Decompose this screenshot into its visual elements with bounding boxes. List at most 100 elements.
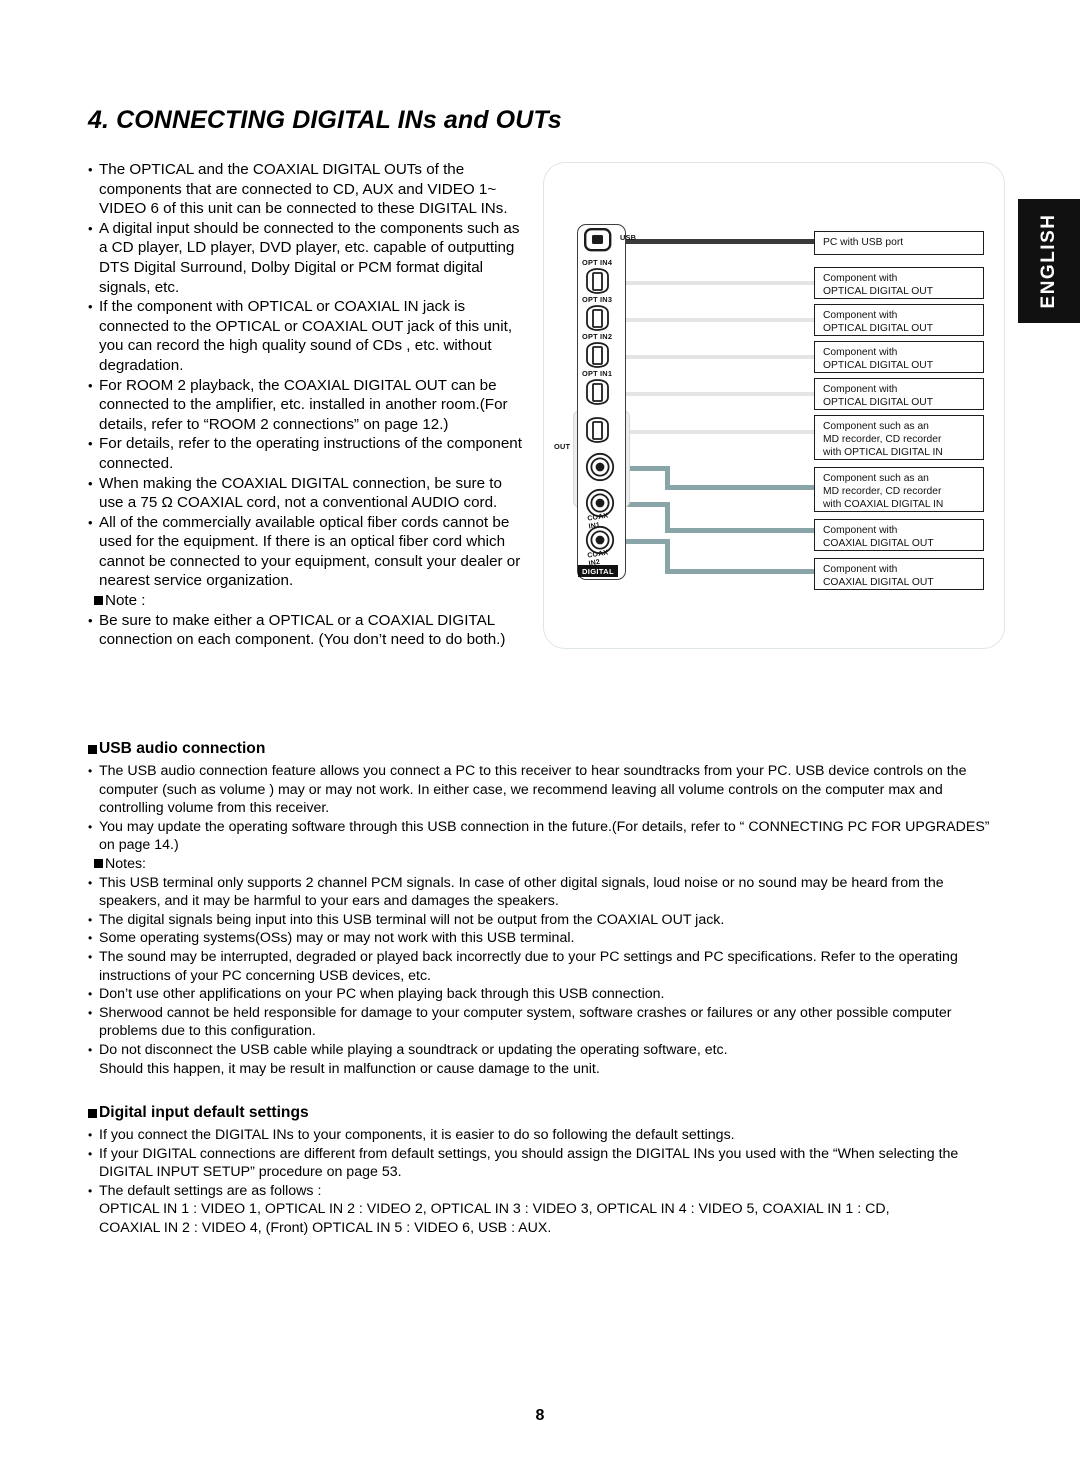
cable-coaxial-out-run (665, 485, 815, 490)
cable-optical-in1 (608, 392, 815, 396)
optical-in2-label: OPT IN2 (582, 332, 613, 341)
optical-in1-jack-icon (586, 379, 609, 405)
usb-section-heading: USB audio connection (88, 740, 1008, 758)
bullet-marker: • (88, 220, 93, 236)
list-item: • This USB terminal only supports 2 chan… (88, 874, 1008, 911)
list-item: • You may update the operating software … (88, 818, 1008, 855)
square-bullet-icon (88, 1108, 97, 1118)
optical-in4-label: OPT IN4 (582, 258, 613, 267)
bullet-marker: • (88, 875, 93, 890)
bullet-marker: • (88, 612, 93, 628)
component-box: Component with OPTICAL DIGITAL OUT (814, 378, 984, 410)
list-item: • All of the commercially available opti… (88, 513, 528, 591)
component-box-line: Component with (823, 273, 898, 284)
bullet-text: Don’t use other applifications on your P… (99, 986, 665, 1003)
list-item: • A digital input should be connected to… (88, 219, 528, 297)
bullet-marker: • (88, 1146, 93, 1161)
bullet-text: The USB audio connection feature allows … (99, 763, 967, 817)
component-box: Component such as an MD recorder, CD rec… (814, 415, 984, 460)
cable-coaxial-in1-run (665, 528, 815, 533)
note-heading: Note : (88, 591, 528, 611)
list-item: • Be sure to make either a OPTICAL or a … (88, 611, 528, 650)
bullet-text: All of the commercially available optica… (99, 513, 521, 590)
optical-in3-label: OPT IN3 (582, 295, 613, 304)
bullet-marker: • (88, 514, 93, 530)
defaults-section-heading-label: Digital input default settings (99, 1104, 309, 1122)
optical-in2-jack-icon (586, 342, 609, 368)
list-item: • Don’t use other applifications on your… (88, 985, 1008, 1004)
notes-heading: Notes: (88, 855, 1008, 874)
lower-body-content: USB audio connection • The USB audio con… (88, 740, 1008, 1238)
bullet-marker: • (88, 475, 93, 491)
language-tab-english: ENGLISH (1018, 199, 1080, 323)
list-item: • The USB audio connection feature allow… (88, 762, 1008, 818)
list-item: • If the component with OPTICAL or COAXI… (88, 297, 528, 375)
list-item: • The default settings are as follows : (88, 1182, 1008, 1201)
component-box-line: OPTICAL DIGITAL OUT (823, 323, 934, 335)
bullet-marker: • (88, 931, 93, 946)
coaxial-in1-label: COAX IN1 (587, 512, 610, 530)
list-item: • For ROOM 2 playback, the COAXIAL DIGIT… (88, 376, 528, 435)
bullet-marker: • (88, 912, 93, 927)
digital-section-badge: DIGITAL (578, 565, 618, 577)
coaxial-in1-label-line2: IN1 (588, 521, 601, 531)
component-box: PC with USB port (814, 231, 984, 255)
component-box-line: with COAXIAL DIGITAL IN (823, 499, 944, 511)
note-heading-label: Note : (105, 592, 146, 610)
square-bullet-icon (88, 744, 97, 754)
cable-optical-in2 (608, 355, 815, 359)
defaults-section-heading: Digital input default settings (88, 1104, 1008, 1122)
bullet-text: If you connect the DIGITAL INs to your c… (99, 1127, 735, 1144)
cable-optical-out (608, 430, 815, 434)
component-box: Component with COAXIAL DIGITAL OUT (814, 558, 984, 590)
bullet-text: The digital signals being input into thi… (99, 911, 725, 928)
component-box-line: Component with (823, 564, 898, 575)
list-item: • For details, refer to the operating in… (88, 434, 528, 473)
list-item: • The OPTICAL and the COAXIAL DIGITAL OU… (88, 160, 528, 219)
component-box-line: COAXIAL DIGITAL OUT (823, 577, 934, 589)
optical-in3-jack-icon (586, 305, 609, 331)
component-box-line: Component such as an (823, 473, 929, 484)
digital-out-label: OUT (554, 442, 571, 451)
bullet-text: Do not disconnect the USB cable while pl… (99, 1041, 728, 1058)
optical-in1-label: OPT IN1 (582, 369, 613, 378)
left-column-notes: • The OPTICAL and the COAXIAL DIGITAL OU… (88, 160, 528, 650)
defaults-line-1: OPTICAL IN 1 : VIDEO 1, OPTICAL IN 2 : V… (99, 1201, 890, 1218)
list-item: • The digital signals being input into t… (88, 911, 1008, 930)
component-box: Component with OPTICAL DIGITAL OUT (814, 267, 984, 299)
component-box-line: Component with (823, 310, 898, 321)
component-box-line: OPTICAL DIGITAL OUT (823, 286, 934, 298)
bullet-marker: • (88, 377, 93, 393)
square-bullet-icon (94, 596, 103, 606)
bullet-marker: • (88, 162, 93, 177)
bullet-marker: • (88, 1042, 93, 1057)
component-box-line: Component with (823, 347, 898, 358)
bullet-marker: • (88, 436, 93, 452)
bullet-text: For ROOM 2 playback, the COAXIAL DIGITAL… (99, 376, 508, 433)
component-box: Component with COAXIAL DIGITAL OUT (814, 519, 984, 551)
bullet-text: The OPTICAL and the COAXIAL DIGITAL OUTs… (99, 161, 508, 218)
component-box-line: with OPTICAL DIGITAL IN (823, 447, 943, 459)
language-tab-label: ENGLISH (1038, 213, 1059, 309)
bullet-marker: • (88, 1128, 93, 1143)
bullet-text: Sherwood cannot be held responsible for … (99, 1004, 952, 1040)
list-item: • If your DIGITAL connections are differ… (88, 1145, 1008, 1182)
cable-coaxial-in2-elbow (665, 539, 670, 573)
component-box: Component such as an MD recorder, CD rec… (814, 467, 984, 512)
optical-out-jack-icon (586, 417, 609, 443)
usb-jack-icon (584, 228, 612, 252)
bullet-marker: • (88, 1183, 93, 1198)
bullet-text: The default settings are as follows : (99, 1182, 322, 1199)
component-box-line: Component such as an (823, 421, 929, 432)
list-item: • Do not disconnect the USB cable while … (88, 1041, 1008, 1060)
usb-section-heading-label: USB audio connection (99, 740, 266, 757)
list-item: • If you connect the DIGITAL INs to your… (88, 1126, 1008, 1145)
list-item: • The sound may be interrupted, degraded… (88, 948, 1008, 985)
bullet-text: For details, refer to the operating inst… (99, 435, 522, 472)
component-box-line: PC with USB port (823, 237, 904, 248)
defaults-line-2: COAXIAL IN 2 : VIDEO 4, (Front) OPTICAL … (99, 1220, 552, 1237)
component-box-line: COAXIAL DIGITAL OUT (823, 538, 934, 550)
bullet-text: A digital input should be connected to t… (99, 219, 520, 296)
component-box-line: MD recorder, CD recorder (823, 434, 942, 446)
bullet-text: Some operating systems(OSs) may or may n… (99, 930, 575, 947)
